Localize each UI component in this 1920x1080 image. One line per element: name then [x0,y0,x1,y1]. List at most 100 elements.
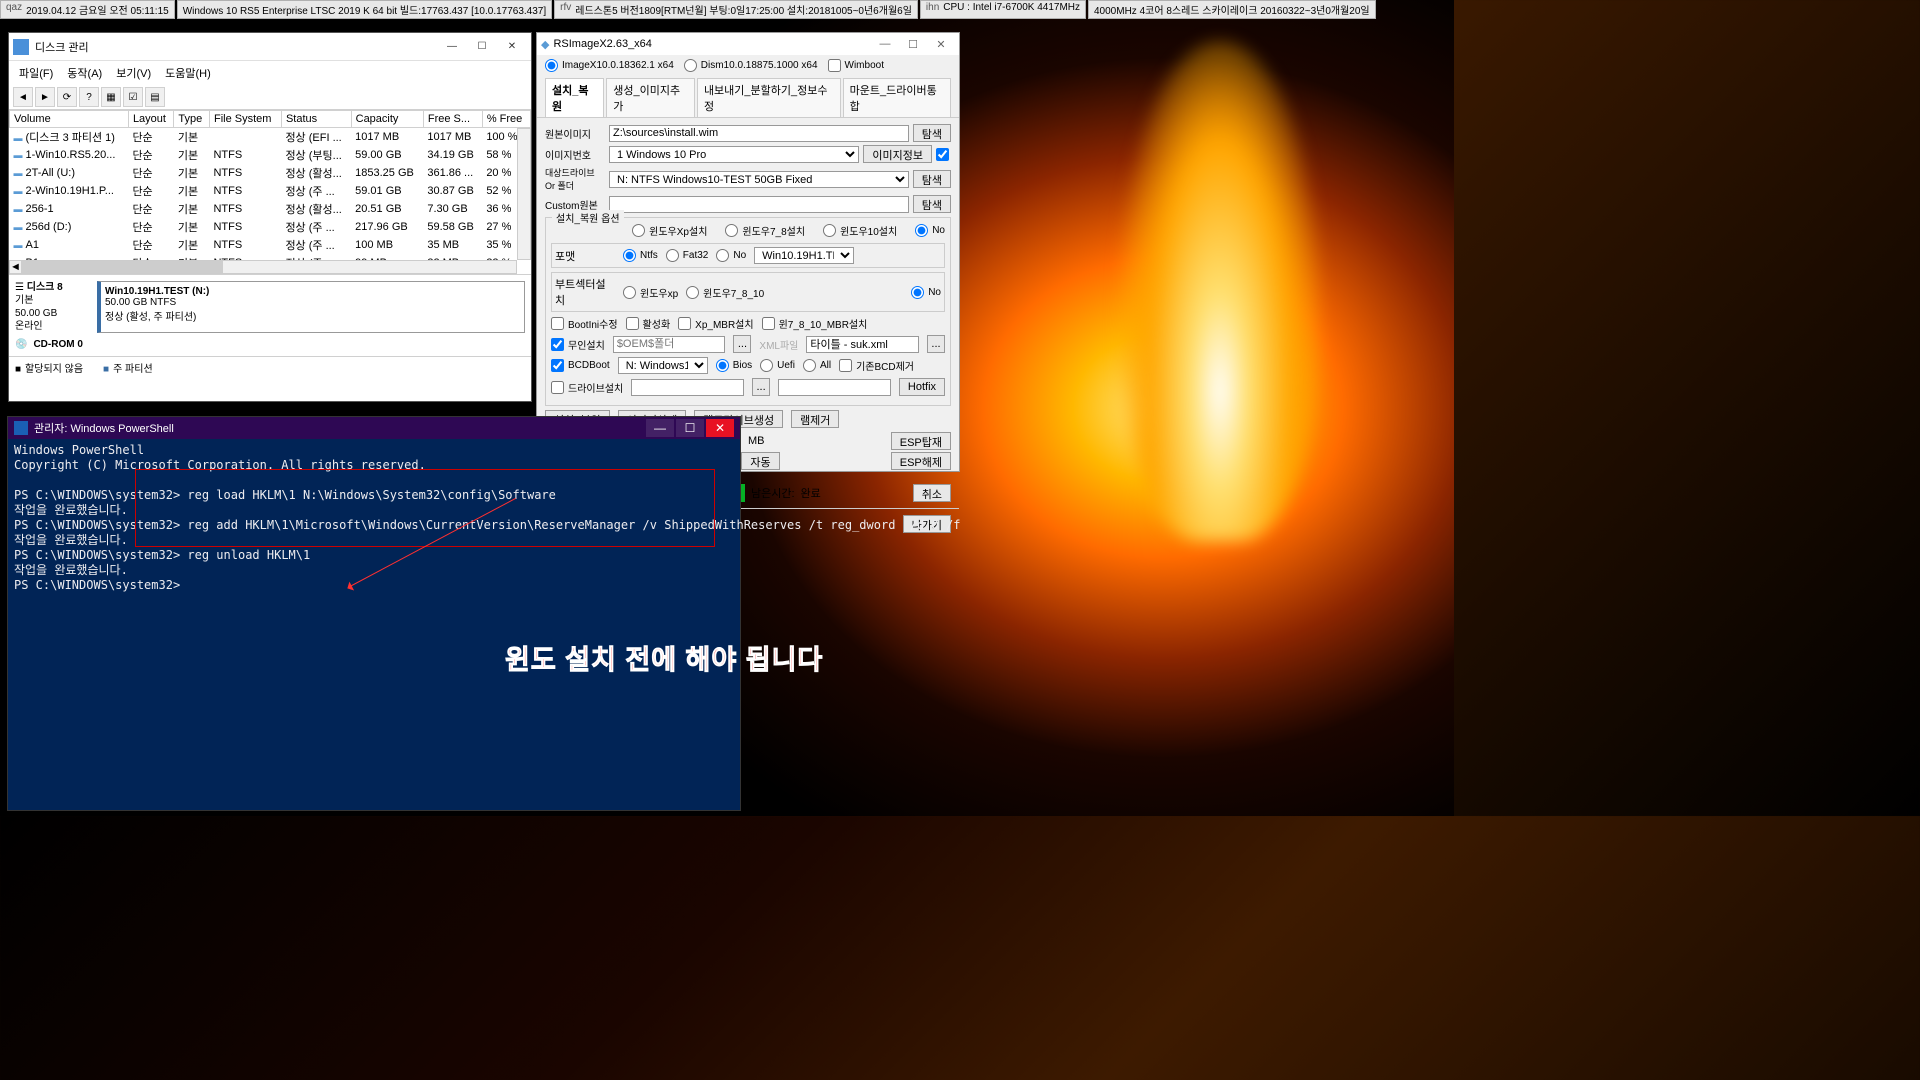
table-row[interactable]: 2T-All (U:)단순기본NTFS정상 (활성...1853.25 GB36… [10,164,531,182]
bcd-drive-select[interactable]: N: Windows10-TES [618,357,708,374]
source-input[interactable] [609,125,909,142]
scrollbar-thumb[interactable] [21,261,223,273]
column-header[interactable]: Free S... [423,111,482,128]
checkbox-bootini[interactable]: BootIni수정 [551,316,618,331]
toolbar-icon[interactable]: ▦ [101,87,121,107]
tab-install[interactable]: 설치_복원 [545,78,604,117]
vertical-scrollbar[interactable] [517,128,531,260]
radio-b78[interactable]: 윈도우7_8_10 [686,285,764,300]
driver-input[interactable] [631,379,744,396]
rmram-button[interactable]: 램제거 [791,410,839,428]
red-highlight-box [135,469,715,547]
scroll-left-icon[interactable]: ◄ [10,261,21,273]
maximize-button[interactable]: ☐ [467,35,497,59]
titlebar[interactable]: 디스크 관리 — ☐ ✕ [9,33,531,61]
terminal-body[interactable]: Windows PowerShell Copyright (C) Microso… [8,439,740,810]
browse-button[interactable]: ... [752,378,770,396]
column-header[interactable]: File System [209,111,281,128]
toolbar-icon[interactable]: ▤ [145,87,165,107]
table-row[interactable]: A1단순기본NTFS정상 (주 ...100 MB35 MB35 % [10,236,531,254]
custom-input[interactable] [609,196,909,213]
checkbox-xpmbr[interactable]: Xp_MBR설치 [678,316,753,331]
radio-all[interactable]: All [803,359,831,372]
browse-button[interactable]: ... [733,335,751,353]
horizontal-scrollbar[interactable]: ◄ [9,260,517,274]
close-button[interactable]: ✕ [927,38,955,51]
table-row[interactable]: 2-Win10.19H1.P...단순기본NTFS정상 (주 ...59.01 … [10,182,531,200]
column-header[interactable]: Volume [10,111,129,128]
radio-bxp[interactable]: 윈도우xp [623,285,678,300]
checkbox-bcdboot[interactable]: BCDBoot [551,359,610,372]
tab-export[interactable]: 내보내기_분할하기_정보수정 [697,78,841,117]
checkbox-w78mbr[interactable]: 윈7_8_10_MBR설치 [762,316,868,331]
toolbar-refresh-icon[interactable]: ⟳ [57,87,77,107]
table-row[interactable]: 256d (D:)단순기본NTFS정상 (주 ...217.96 GB59.58… [10,218,531,236]
titlebar[interactable]: 관리자: Windows PowerShell — ☐ ✕ [8,417,740,439]
radio-uefi[interactable]: Uefi [760,359,795,372]
esp-umount-button[interactable]: ESP해제 [891,452,951,470]
radio-no[interactable]: No [915,224,945,237]
column-header[interactable]: Capacity [351,111,423,128]
tab-create[interactable]: 생성_이미지추가 [606,78,695,117]
minimize-button[interactable]: — [871,38,899,51]
partition-block[interactable]: Win10.19H1.TEST (N:) 50.00 GB NTFS 정상 (활… [97,281,525,333]
menu-view[interactable]: 보기(V) [110,63,157,83]
toolbar-help-icon[interactable]: ? [79,87,99,107]
browse-button[interactable]: ... [927,335,945,353]
column-header[interactable]: Layout [128,111,173,128]
radio-w78[interactable]: 윈도우7_8설치 [725,223,805,238]
close-button[interactable]: ✕ [497,35,527,59]
table-row[interactable]: (디스크 3 파티션 1)단순기본정상 (EFI ...1017 MB1017 … [10,128,531,147]
checkbox-rmbcd[interactable]: 기존BCD제거 [839,358,914,373]
checkbox-driver[interactable]: 드라이브설치 [551,380,623,395]
checkbox-wimboot[interactable]: Wimboot [828,59,884,72]
oem-input[interactable] [613,336,726,353]
checkbox-unattend[interactable]: 무인설치 [551,337,605,352]
radio-no[interactable]: No [716,249,746,262]
search-button[interactable]: 탐색 [913,170,951,188]
cancel-button[interactable]: 취소 [913,484,951,502]
target-select[interactable]: N: NTFS Windows10-TEST 50GB Fixed [609,171,909,188]
imginfo-button[interactable]: 이미지정보 [863,145,932,163]
auto-button[interactable]: 자동 [741,452,779,470]
minimize-button[interactable]: — [437,35,467,59]
maximize-button[interactable]: ☐ [676,419,704,437]
column-header[interactable]: Status [281,111,351,128]
menu-action[interactable]: 동작(A) [61,63,108,83]
minimize-button[interactable]: — [646,419,674,437]
search-button[interactable]: 탐색 [913,195,951,213]
sysinfo-item: 4000MHz 4코어 8스레드 스카이레이크 20160322~3년0개월20… [1088,0,1376,19]
radio-ntfs[interactable]: Ntfs [623,249,658,262]
menu-help[interactable]: 도움말(H) [159,63,217,83]
radio-bios[interactable]: Bios [716,359,752,372]
xml-input[interactable] [806,336,919,353]
column-header[interactable]: Type [174,111,210,128]
checkbox-activate[interactable]: 활성화 [626,316,671,331]
column-header[interactable]: % Free [482,111,530,128]
tab-mount[interactable]: 마운트_드라이버통합 [843,78,951,117]
radio-imagex[interactable]: ImageX10.0.18362.1 x64 [545,59,674,72]
radio-dism[interactable]: Dism10.0.18875.1000 x64 [684,59,818,72]
radio-fat32[interactable]: Fat32 [666,249,709,262]
search-button[interactable]: 탐색 [913,124,951,142]
hotfix-button[interactable]: Hotfix [899,378,945,396]
radio-w10[interactable]: 윈도우10설치 [823,223,897,238]
imginfo-checkbox[interactable] [936,148,949,161]
radio-xp[interactable]: 윈도우Xp설치 [632,223,707,238]
toolbar-back-icon[interactable]: ◄ [13,87,33,107]
menu-file[interactable]: 파일(F) [13,63,59,83]
hotfix-input[interactable] [778,379,891,396]
source-label: 원본이미지 [545,126,605,141]
toolbar-forward-icon[interactable]: ► [35,87,55,107]
radio-no[interactable]: No [911,286,941,299]
format-volume-select[interactable]: Win10.19H1.TEST [754,247,854,264]
sysinfo-item: qaz2019.04.12 금요일 오전 05:11:15 [0,0,175,19]
toolbar-icon[interactable]: ☑ [123,87,143,107]
table-row[interactable]: 256-1단순기본NTFS정상 (활성...20.51 GB7.30 GB36 … [10,200,531,218]
imgno-select[interactable]: 1 Windows 10 Pro [609,146,859,163]
table-row[interactable]: 1-Win10.RS5.20...단순기본NTFS정상 (부팅...59.00 … [10,146,531,164]
titlebar[interactable]: ◆ RSImageX2.63_x64 — ☐ ✕ [537,33,959,55]
close-button[interactable]: ✕ [706,419,734,437]
maximize-button[interactable]: ☐ [899,38,927,51]
esp-mount-button[interactable]: ESP탑재 [891,432,951,450]
